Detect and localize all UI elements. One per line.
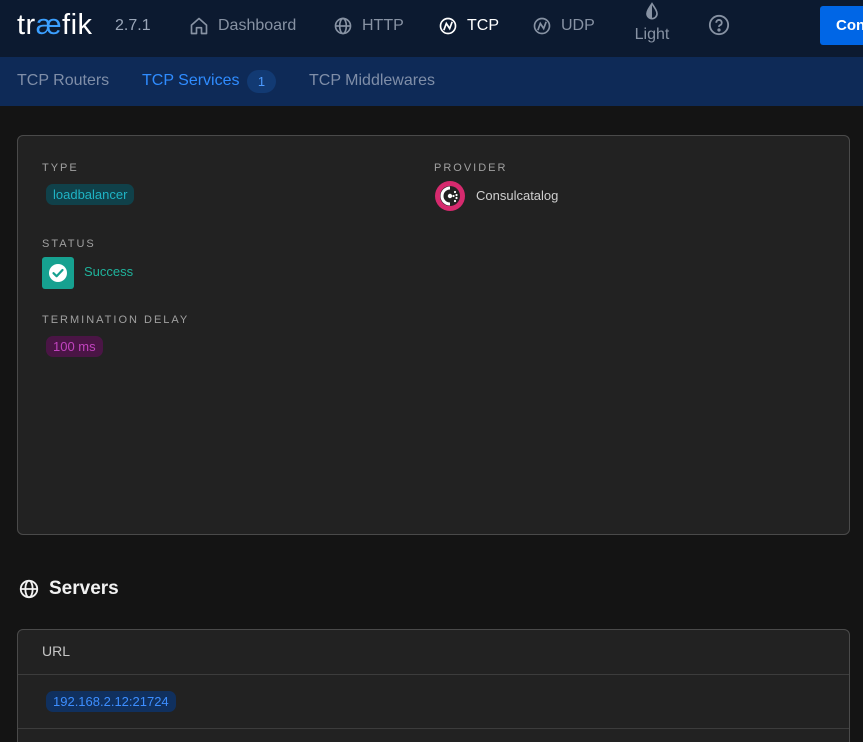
provider-name: Consulcatalog [476, 188, 559, 203]
traefik-logo[interactable]: træfik [17, 9, 93, 42]
nav-udp[interactable]: UDP [532, 13, 595, 39]
consul-logo-icon [435, 181, 465, 211]
theme-toggle[interactable]: Light [634, 2, 670, 44]
home-icon [190, 17, 208, 35]
termination-delay-chip: 100 ms [46, 336, 103, 357]
version-label: 2.7.1 [115, 17, 151, 34]
table-divider [18, 728, 849, 729]
service-details-card: TYPE loadbalancer PROVIDER Consulcatalog… [17, 135, 850, 535]
tab-tcp-middlewares[interactable]: TCP Middlewares [309, 72, 435, 90]
status-value: Success [84, 264, 134, 279]
type-label: TYPE [42, 162, 79, 174]
servers-table: URL 192.168.2.12:21724 [17, 629, 850, 742]
type-chip: loadbalancer [46, 184, 135, 205]
server-url-chip: 192.168.2.12:21724 [46, 691, 176, 712]
status-label: STATUS [42, 238, 96, 250]
nav-dashboard[interactable]: Dashboard [189, 13, 296, 39]
services-count-badge: 1 [247, 70, 276, 93]
provider-label: PROVIDER [434, 162, 508, 174]
help-icon[interactable] [708, 14, 730, 36]
globe-icon [334, 17, 352, 35]
servers-heading: Servers [18, 578, 119, 600]
nav-http[interactable]: HTTP [333, 13, 404, 39]
check-circle-icon [49, 264, 67, 282]
table-row[interactable]: 192.168.2.12:21724 [18, 675, 849, 728]
top-navbar: træfik 2.7.1 Dashboard HTTP TCP UDP Ligh… [0, 0, 863, 57]
status-success-badge [42, 257, 74, 289]
column-header-url: URL [42, 643, 71, 659]
tcp-icon [439, 17, 457, 35]
udp-icon [533, 17, 551, 35]
globe-icon [19, 579, 39, 599]
contrast-drop-icon [646, 2, 658, 20]
nav-tcp[interactable]: TCP [438, 13, 499, 39]
connect-button[interactable]: Con [820, 6, 863, 45]
tab-tcp-services[interactable]: TCP Services [142, 72, 240, 90]
termination-delay-label: TERMINATION DELAY [42, 314, 190, 326]
tab-tcp-routers[interactable]: TCP Routers [17, 72, 109, 90]
sub-navbar: TCP Routers TCP Services 1 TCP Middlewar… [0, 57, 863, 106]
